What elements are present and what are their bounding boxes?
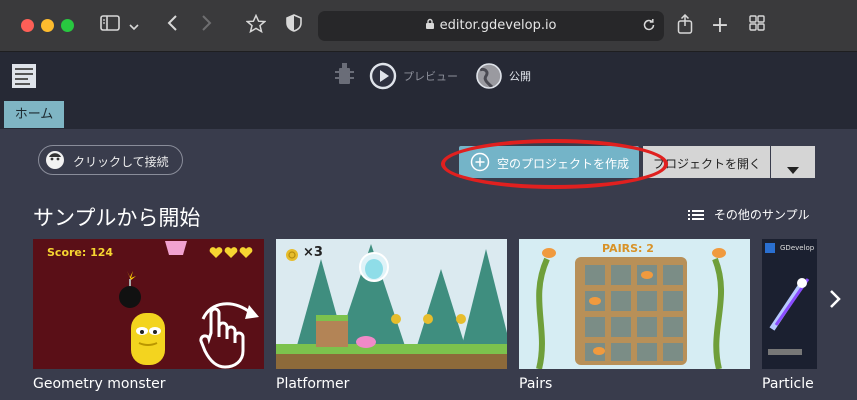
- sample-title-platformer[interactable]: Platformer: [276, 376, 349, 392]
- yellow-monster-icon: [129, 311, 167, 369]
- new-tab-icon[interactable]: +: [708, 14, 732, 38]
- more-samples-label: その他のサンプル: [713, 208, 810, 222]
- hearts-icon: [209, 244, 253, 263]
- shield-icon[interactable]: [282, 14, 306, 38]
- back-icon[interactable]: [160, 14, 184, 38]
- address-text-row: editor.gdevelop.io: [318, 18, 664, 33]
- sample-title-particle[interactable]: Particle: [762, 376, 814, 392]
- preview-button[interactable]: プレビュー: [369, 62, 458, 90]
- add-circle-icon: [470, 152, 490, 175]
- share-icon[interactable]: [673, 13, 697, 38]
- create-empty-project-button[interactable]: 空のプロジェクトを作成: [459, 146, 639, 178]
- sample-title-geometry-monster[interactable]: Geometry monster: [33, 376, 166, 392]
- home-page: クリックして接続 空のプロジェクトを作成 プロジェクトを開く サンプルから開始 …: [0, 129, 857, 400]
- publish-button[interactable]: 公開: [475, 62, 531, 90]
- browser-toolbar: editor.gdevelop.io +: [0, 0, 857, 52]
- sample-card-pairs[interactable]: PAIRS: 2: [519, 239, 750, 369]
- forward-icon[interactable]: [195, 14, 219, 38]
- sample-card-geometry-monster[interactable]: Score: 124: [33, 239, 264, 369]
- bomb-icon: [117, 269, 143, 313]
- star-icon[interactable]: [244, 13, 268, 38]
- thumb-score-text: Score: 124: [47, 246, 114, 259]
- sample-card-platformer[interactable]: ×3: [276, 239, 507, 369]
- sample-card-particle[interactable]: GDevelop Pa: [762, 239, 817, 369]
- play-icon: [369, 62, 397, 90]
- connect-label: クリックして接続: [73, 155, 169, 169]
- debugger-icon[interactable]: [333, 62, 357, 92]
- chevron-down-icon[interactable]: [127, 14, 141, 38]
- publish-label: 公開: [509, 70, 531, 83]
- project-manager-icon[interactable]: [10, 62, 38, 94]
- editor-toolbar: プレビュー 公開: [0, 52, 857, 99]
- connect-button[interactable]: クリックして接続: [38, 145, 183, 175]
- chevron-right-icon[interactable]: [823, 289, 847, 313]
- reload-icon[interactable]: [642, 18, 656, 36]
- caret-down-icon: [787, 159, 799, 178]
- maximize-window-button[interactable]: [61, 19, 74, 32]
- avatar-icon: [45, 150, 65, 173]
- pink-gem-icon: [163, 241, 189, 261]
- preview-label: プレビュー: [403, 70, 458, 83]
- editor-tabbar: ホーム: [0, 99, 857, 129]
- url-text: editor.gdevelop.io: [439, 18, 557, 33]
- thumb-coin-count: ×3: [303, 245, 323, 260]
- coin-icon: [285, 247, 299, 266]
- open-project-label: プロジェクトを開く: [653, 157, 762, 171]
- pairs-board: [536, 248, 726, 369]
- close-window-button[interactable]: [21, 19, 34, 32]
- lock-icon: [425, 18, 439, 33]
- create-empty-project-label: 空のプロジェクトを作成: [497, 157, 630, 171]
- minimize-window-button[interactable]: [41, 19, 54, 32]
- sidebar-icon[interactable]: [98, 14, 122, 38]
- section-title: サンプルから開始: [33, 206, 201, 230]
- address-bar[interactable]: editor.gdevelop.io: [318, 11, 664, 41]
- tab-home[interactable]: ホーム: [4, 101, 64, 128]
- swipe-hand-icon: [193, 289, 263, 369]
- more-samples-link[interactable]: その他のサンプル: [688, 206, 809, 224]
- tabs-grid-icon[interactable]: [745, 14, 769, 38]
- sample-title-pairs[interactable]: Pairs: [519, 376, 552, 392]
- globe-icon: [476, 63, 502, 89]
- list-icon: [688, 209, 704, 224]
- open-project-button[interactable]: プロジェクトを開く: [643, 146, 770, 178]
- particle-streak: [765, 243, 810, 355]
- open-project-menu-button[interactable]: [771, 146, 815, 178]
